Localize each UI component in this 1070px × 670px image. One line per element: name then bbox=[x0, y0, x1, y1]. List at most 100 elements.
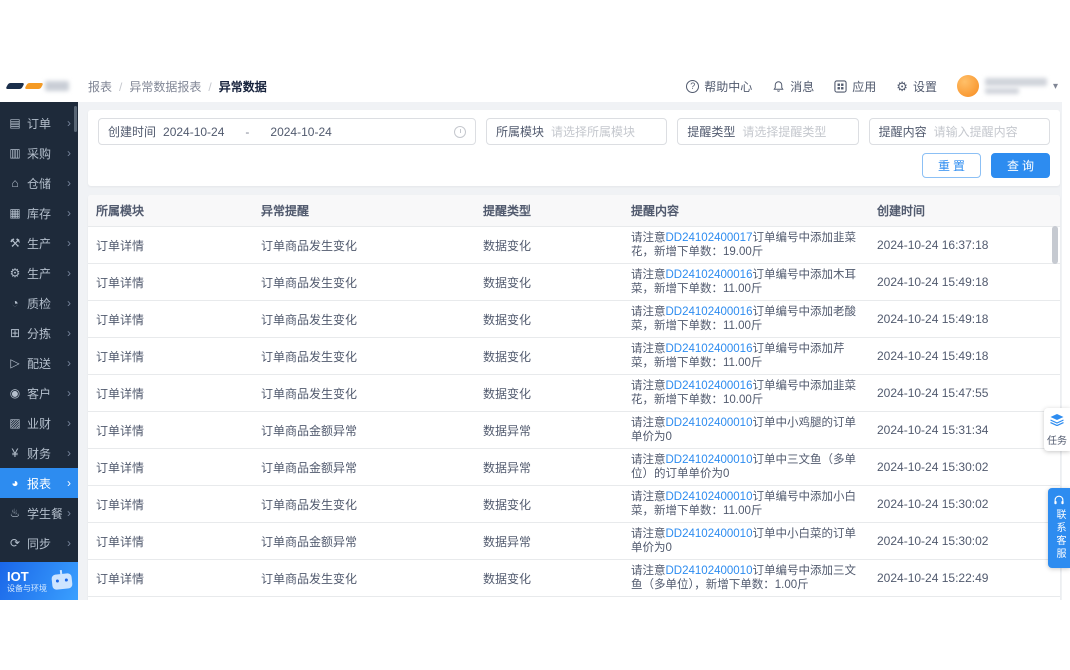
breadcrumb-item[interactable]: 异常数据报表 bbox=[129, 78, 218, 95]
date-start-value: 2024-10-24 bbox=[163, 124, 225, 139]
cell-type: 数据异常 bbox=[483, 534, 532, 549]
clock-icon[interactable] bbox=[454, 125, 466, 138]
date-range-input[interactable]: 创建时间 2024-10-24 - 2024-10-24 bbox=[98, 118, 476, 145]
sidebar-item[interactable]: ▷ 配送 bbox=[0, 348, 78, 378]
reset-button[interactable]: 重置 bbox=[921, 153, 981, 178]
date-range-label: 创建时间 bbox=[108, 125, 157, 139]
messages-button[interactable]: 消息 bbox=[772, 78, 814, 95]
sidebar-item-icon: ⚙ bbox=[9, 266, 21, 280]
alert-text-prefix: 请注意 bbox=[631, 380, 666, 392]
sidebar-item-icon: ⚒ bbox=[9, 236, 21, 250]
cell-module: 订单详情 bbox=[96, 571, 145, 586]
page: 报表 异常数据报表 异常数据 帮助中心 消息 应用 bbox=[0, 0, 1070, 670]
settings-button[interactable]: 设置 bbox=[896, 78, 937, 95]
sidebar-item[interactable]: ◔ 质检 bbox=[0, 288, 78, 318]
sidebar-item-icon: ⌂ bbox=[11, 176, 19, 190]
column-header[interactable]: 提醒内容 bbox=[623, 195, 869, 226]
task-widget-label: 任务 bbox=[1047, 436, 1067, 447]
cell-created-time: 2024-10-24 15:47:55 bbox=[877, 386, 989, 400]
chevron-right-icon bbox=[67, 117, 71, 129]
cell-alert: 订单商品发生变化 bbox=[261, 312, 358, 327]
order-number-link[interactable]: DD24102400010 bbox=[666, 417, 753, 429]
order-number-link[interactable]: DD24102400010 bbox=[666, 528, 753, 540]
sidebar-item[interactable]: ⊞ 分拣 bbox=[0, 318, 78, 348]
sidebar-item-icon: ⊞ bbox=[9, 326, 21, 340]
cell-alert: 订单商品金额异常 bbox=[261, 460, 358, 475]
sidebar-item[interactable]: ⚙ 生产 bbox=[0, 258, 78, 288]
sidebar-item[interactable]: ▦ 库存 bbox=[0, 198, 78, 228]
sidebar-item[interactable]: ◉ 客户 bbox=[0, 378, 78, 408]
column-header[interactable]: 提醒类型 bbox=[475, 195, 623, 226]
sidebar-item[interactable]: ⌂ 仓储 bbox=[0, 168, 78, 198]
sidebar-item-icon: ▥ bbox=[9, 146, 21, 160]
cell-content: 请注意DD24102400010订单编号中添加小白菜，新增下单数：11.00斤 bbox=[623, 486, 869, 522]
breadcrumb-item[interactable]: 报表 bbox=[88, 78, 129, 95]
table-row[interactable]: 订单详情 订单商品发生变化 数据变化 请注意DD24102400016订单编号中… bbox=[88, 375, 1060, 412]
sidebar-item[interactable]: ◕ 报表 bbox=[0, 468, 78, 498]
order-number-link[interactable]: DD24102400010 bbox=[666, 491, 753, 503]
customer-service-button[interactable]: 联系客服 bbox=[1048, 488, 1070, 568]
help-center-label: 帮助中心 bbox=[704, 79, 753, 94]
table-row[interactable]: 订单详情 订单商品金额异常 数据异常 请注意DD24102400010订单中小鸡… bbox=[88, 412, 1060, 449]
table-row[interactable]: 订单详情 订单商品金额异常 数据异常 请注意DD24102400010订单中小白… bbox=[88, 523, 1060, 560]
iot-title: IOT bbox=[7, 568, 29, 584]
app-body: ▤ 订单 ▥ 采购 ⌂ 仓储 bbox=[0, 102, 1070, 600]
logo-shape bbox=[24, 83, 44, 89]
chevron-right-icon bbox=[67, 177, 71, 189]
order-number-link[interactable]: DD24102400010 bbox=[666, 565, 753, 577]
avatar bbox=[956, 75, 979, 97]
table-row[interactable]: 订单详情 订单商品发生变化 数据变化 请注意DD24102400017订单编号中… bbox=[88, 227, 1060, 264]
column-header[interactable]: 异常提醒 bbox=[253, 195, 475, 226]
user-menu[interactable] bbox=[956, 75, 1058, 97]
app-grid-icon bbox=[834, 79, 847, 93]
alert-text-prefix: 请注意 bbox=[631, 417, 666, 429]
chevron-right-icon bbox=[67, 207, 71, 219]
sidebar-item[interactable]: ▤ 订单 bbox=[0, 108, 78, 138]
iot-banner[interactable]: IOT 设备与环境 bbox=[0, 562, 78, 600]
order-number-link[interactable]: DD24102400016 bbox=[666, 269, 753, 281]
order-number-link[interactable]: DD24102400016 bbox=[666, 306, 753, 318]
sidebar-item[interactable]: ⟳ 同步 bbox=[0, 528, 78, 558]
task-widget[interactable]: 任务 bbox=[1044, 408, 1070, 451]
order-number-link[interactable]: DD24102400016 bbox=[666, 380, 753, 392]
sidebar-item[interactable]: ♨ 学生餐 bbox=[0, 498, 78, 528]
sidebar-item-icon: ◕ bbox=[11, 476, 19, 490]
sidebar-item-label: 采购 bbox=[27, 146, 52, 161]
table-row[interactable]: 订单详情 订单商品发生变化 数据变化 请注意DD24102400010订单编号中… bbox=[88, 560, 1060, 597]
order-number-link[interactable]: DD24102400017 bbox=[666, 232, 753, 244]
cell-alert: 订单商品发生变化 bbox=[261, 275, 358, 290]
gear-icon bbox=[896, 80, 908, 93]
cell-created-time: 2024-10-24 15:31:34 bbox=[877, 423, 989, 437]
module-select[interactable]: 所属模块 请选择所属模块 bbox=[486, 118, 668, 145]
column-header[interactable]: 所属模块 bbox=[88, 195, 253, 226]
help-center-button[interactable]: 帮助中心 bbox=[686, 78, 752, 95]
sidebar-item[interactable]: ▥ 采购 bbox=[0, 138, 78, 168]
sidebar-item-icon: ◔ bbox=[11, 296, 19, 310]
cell-alert: 订单商品金额异常 bbox=[261, 423, 358, 438]
apps-button[interactable]: 应用 bbox=[834, 78, 876, 95]
app-logo[interactable] bbox=[0, 70, 78, 102]
sidebar-scrollbar[interactable] bbox=[74, 106, 77, 132]
alert-content-input[interactable]: 提醒内容 请输入提醒内容 bbox=[868, 118, 1050, 145]
query-button[interactable]: 查询 bbox=[990, 153, 1050, 178]
cell-created-time: 2024-10-24 15:30:02 bbox=[877, 460, 989, 474]
table-row[interactable]: 订单详情 订单商品发生变化 数据变化 请注意DD24102400016订单编号中… bbox=[88, 338, 1060, 375]
alert-content-placeholder: 请输入提醒内容 bbox=[933, 125, 1018, 139]
table-row[interactable]: 订单详情 订单商品发生变化 数据变化 请注意DD24102400016订单编号中… bbox=[88, 301, 1060, 338]
cell-module: 订单详情 bbox=[96, 238, 145, 253]
breadcrumb-item[interactable]: 异常数据 bbox=[219, 78, 267, 95]
sidebar-item[interactable]: ⚒ 生产 bbox=[0, 228, 78, 258]
alert-type-select[interactable]: 提醒类型 请选择提醒类型 bbox=[677, 118, 859, 145]
column-header[interactable]: 创建时间 bbox=[869, 195, 1060, 226]
sidebar-item[interactable]: ¥ 财务 bbox=[0, 438, 78, 468]
table-row[interactable]: 订单详情 订单商品发生变化 数据变化 请注意DD24102400010订单编号中… bbox=[88, 486, 1060, 523]
task-stack-icon bbox=[1050, 414, 1064, 427]
scrollbar-thumb[interactable] bbox=[1052, 226, 1058, 264]
cell-created-time: 2024-10-24 16:37:18 bbox=[877, 238, 989, 252]
table-row[interactable]: 订单详情 订单商品金额异常 数据异常 请注意DD24102400010订单中三文… bbox=[88, 449, 1060, 486]
table-row[interactable]: 订单详情 订单商品发生变化 数据变化 请注意DD24102400016订单编号中… bbox=[88, 264, 1060, 301]
sidebar-item[interactable]: ▨ 业财 bbox=[0, 408, 78, 438]
order-number-link[interactable]: DD24102400016 bbox=[666, 343, 753, 355]
order-number-link[interactable]: DD24102400010 bbox=[666, 454, 753, 466]
user-name-blurred bbox=[984, 78, 1047, 94]
